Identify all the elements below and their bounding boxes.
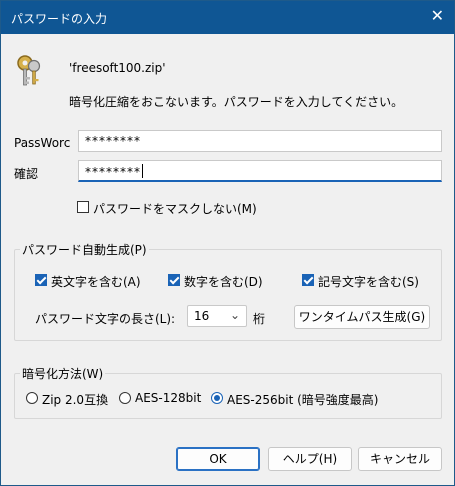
- digits-checkbox[interactable]: [168, 274, 180, 286]
- mask-checkbox-label[interactable]: パスワードをマスクしない(M): [93, 200, 257, 217]
- zip20-radio-label[interactable]: Zip 2.0互換: [42, 391, 108, 408]
- symbols-checkbox-label[interactable]: 記号文字を含む(S): [318, 273, 419, 290]
- instruction-text: 暗号化圧縮をおこないます。パスワードを入力してください。: [69, 95, 404, 109]
- help-button[interactable]: ヘルプ(H): [268, 447, 352, 471]
- aes256-radio-label[interactable]: AES-256bit (暗号強度最高): [227, 391, 378, 408]
- encryption-legend: 暗号化方法(W): [20, 365, 106, 382]
- letters-checkbox[interactable]: [35, 274, 47, 286]
- length-select[interactable]: 16 ⌄: [187, 305, 247, 327]
- length-label: パスワード文字の長さ(L):: [35, 312, 176, 326]
- ok-button[interactable]: OK: [176, 447, 260, 471]
- cancel-button[interactable]: キャンセル: [358, 447, 442, 471]
- password-input[interactable]: ********: [78, 130, 442, 152]
- chevron-down-icon: ⌄: [229, 308, 240, 322]
- aes256-radio[interactable]: [211, 392, 223, 404]
- confirm-label: 確認: [14, 167, 39, 181]
- confirm-input[interactable]: ********: [78, 160, 442, 182]
- aes128-radio[interactable]: [119, 392, 131, 404]
- onetime-pass-button[interactable]: ワンタイムパス生成(G): [294, 305, 430, 329]
- archive-filename: 'freesoft100.zip': [69, 61, 166, 75]
- key-icon: [13, 53, 45, 89]
- length-value: 16: [194, 309, 210, 323]
- close-icon[interactable]: ✕: [431, 7, 444, 25]
- zip20-radio[interactable]: [26, 392, 38, 404]
- password-dialog: パスワードの入力 ✕ 'freesoft100.zip' 暗号化圧縮をおこないま…: [0, 0, 455, 486]
- symbols-checkbox[interactable]: [302, 274, 314, 286]
- letters-checkbox-label[interactable]: 英文字を含む(A): [51, 273, 141, 290]
- digits-checkbox-label[interactable]: 数字を含む(D): [184, 273, 263, 290]
- autogen-legend: パスワード自動生成(P): [20, 241, 149, 258]
- length-unit: 桁: [253, 312, 266, 326]
- mask-checkbox[interactable]: [77, 201, 89, 213]
- aes128-radio-label[interactable]: AES-128bit: [135, 391, 201, 405]
- text-caret: [142, 164, 143, 178]
- confirm-value: ********: [85, 165, 141, 179]
- title-bar: パスワードの入力 ✕: [1, 1, 454, 34]
- window-title: パスワードの入力: [11, 12, 108, 26]
- password-label: PassWorc: [14, 136, 71, 150]
